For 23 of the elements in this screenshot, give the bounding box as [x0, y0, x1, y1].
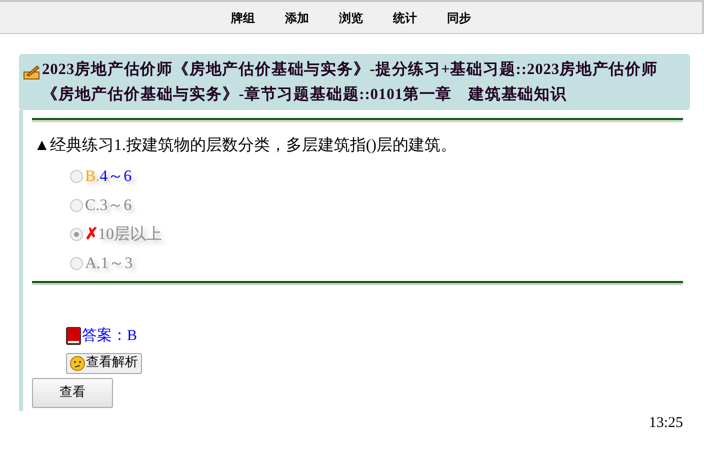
answer-text: 答案：B: [82, 326, 138, 346]
nav-link[interactable]: 同步: [447, 8, 471, 26]
clock-time: 13:25: [648, 414, 684, 433]
deck-title: 2023房地产估价师《房地产估价基础与实务》-提分练习+基础习题::2023房地产估价师《房地产估价基础与实务》-章节习题基础题::0101第一章 建筑基础知识: [42, 60, 659, 105]
nav-link[interactable]: 添加: [285, 8, 309, 26]
analysis-button[interactable]: 查看解析: [66, 352, 142, 374]
nav-link[interactable]: 浏览: [339, 8, 363, 26]
option-text: C.3～6: [85, 196, 132, 216]
pencil-note-icon: [23, 64, 41, 80]
radio-button[interactable]: [70, 257, 83, 270]
nav-link[interactable]: 统计: [393, 8, 417, 26]
radio-button[interactable]: [70, 199, 83, 212]
radio-button[interactable]: [70, 170, 83, 183]
wrong-mark: ✗: [85, 224, 98, 244]
nav-link[interactable]: 牌组: [231, 8, 255, 26]
question-text: ▲经典练习1.按建筑物的层数分类，多层建筑指()层的建筑。: [34, 136, 458, 156]
view-button[interactable]: 查看: [32, 378, 113, 408]
book-icon: [66, 327, 81, 346]
option-text: 10层以上: [98, 224, 162, 244]
option-text: A.1～3: [85, 254, 133, 274]
option-text: B.4～6: [85, 166, 132, 186]
radio-button[interactable]: [70, 228, 83, 241]
confused-face-icon: [70, 356, 85, 370]
